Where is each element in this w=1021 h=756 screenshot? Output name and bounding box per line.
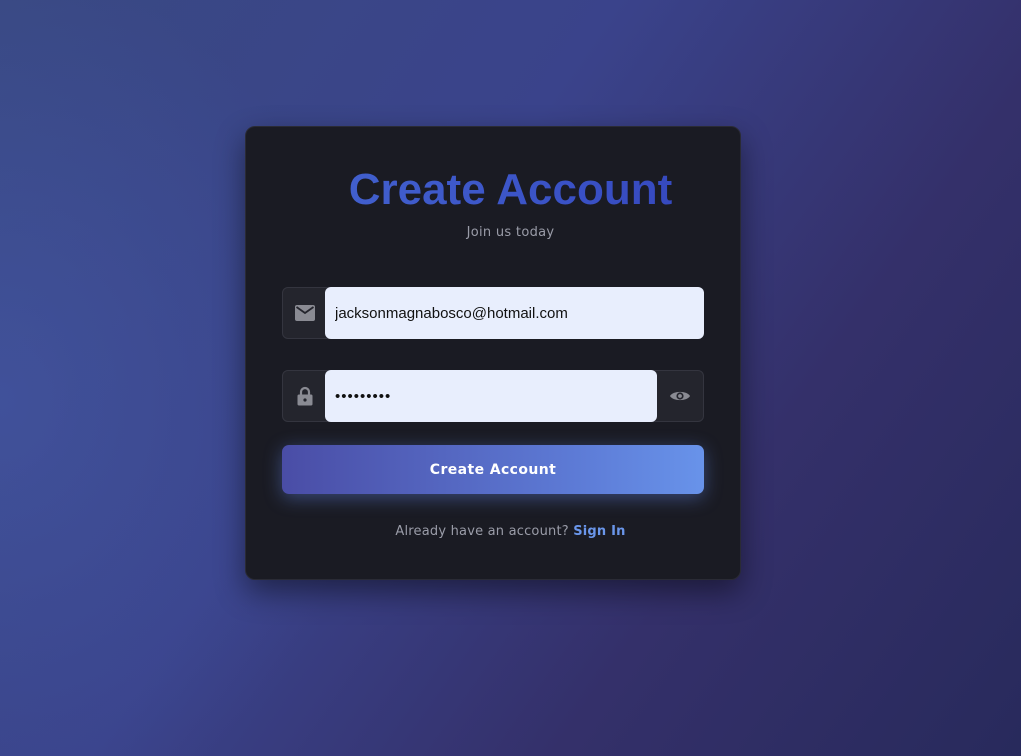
password-input[interactable] <box>325 370 657 422</box>
page-subtitle: Join us today <box>466 225 555 240</box>
email-field-group <box>282 287 704 339</box>
page-title: Create Account <box>0 164 1021 216</box>
eye-icon[interactable] <box>657 371 703 421</box>
sign-in-link[interactable]: Sign In <box>573 524 625 539</box>
email-input[interactable] <box>325 287 704 339</box>
create-account-button[interactable]: Create Account <box>282 445 704 494</box>
signin-prompt: Already have an account? Sign In <box>0 524 1021 539</box>
mail-icon <box>283 288 326 338</box>
password-field-group <box>282 370 704 422</box>
lock-icon <box>283 371 326 421</box>
signin-prompt-text: Already have an account? <box>395 524 569 539</box>
